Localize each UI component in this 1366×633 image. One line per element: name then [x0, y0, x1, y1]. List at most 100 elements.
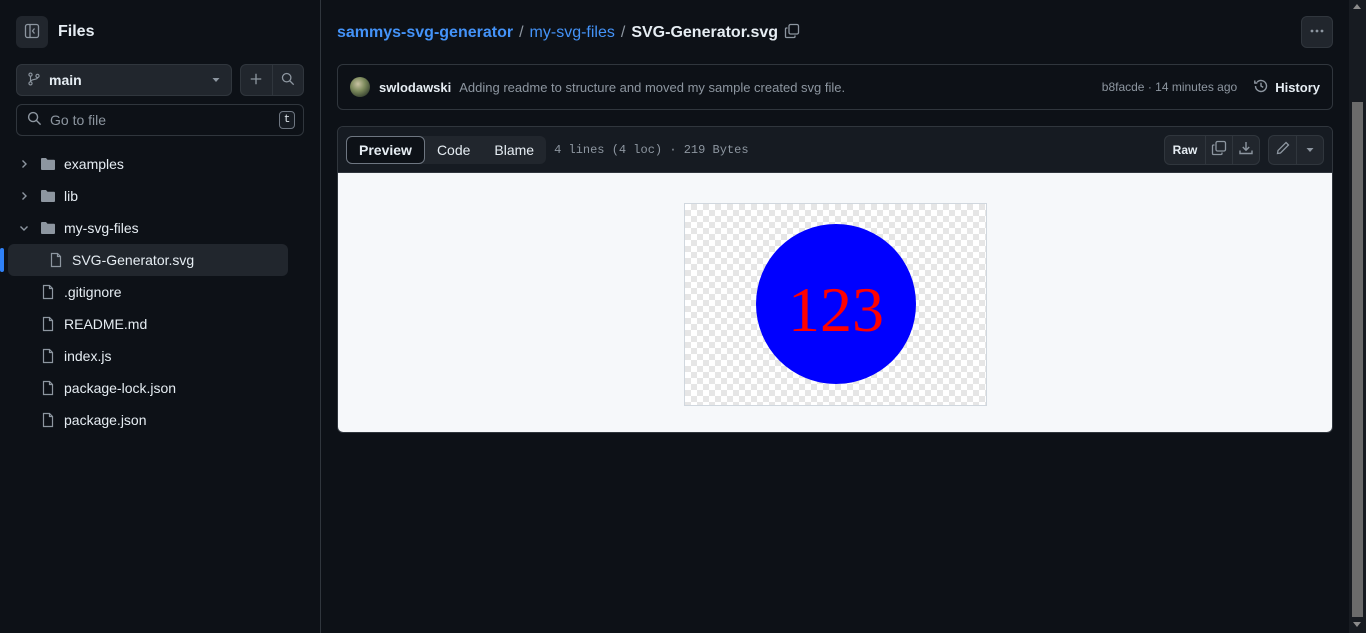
- history-label: History: [1275, 79, 1320, 95]
- tree-item-label: package-lock.json: [64, 380, 177, 396]
- collapse-sidebar-button[interactable]: [16, 16, 48, 48]
- caret-down-icon: [211, 72, 221, 88]
- file-header: Preview Code Blame 4 lines (4 loc) · 219…: [338, 127, 1332, 173]
- file-icon: [48, 252, 64, 268]
- edit-actions: [1268, 134, 1324, 165]
- tree-item-label: index.js: [64, 348, 112, 364]
- latest-commit-bar: swlodawski Adding readme to structure an…: [337, 64, 1333, 110]
- tree-file[interactable]: package-lock.json: [8, 372, 288, 404]
- tree-item-label: .gitignore: [64, 284, 122, 300]
- branch-row: main: [16, 64, 304, 96]
- avatar[interactable]: [350, 77, 370, 97]
- file-viewer: Preview Code Blame 4 lines (4 loc) · 219…: [337, 126, 1333, 433]
- file-icon: [40, 348, 56, 364]
- commit-sha-time[interactable]: b8facde · 14 minutes ago: [1102, 80, 1237, 94]
- history-button[interactable]: History: [1253, 78, 1320, 97]
- scroll-up-arrow-icon[interactable]: [1353, 4, 1361, 9]
- breadcrumb: sammys-svg-generator / my-svg-files / SV…: [337, 22, 800, 44]
- scroll-down-arrow-icon[interactable]: [1353, 622, 1361, 627]
- view-mode-tabs: Preview Code Blame: [346, 135, 547, 164]
- file-tree: examples lib my-svg-files SVG-Generator.svg…: [0, 148, 288, 436]
- branch-selector[interactable]: main: [16, 64, 232, 96]
- more-options-button[interactable]: [1301, 16, 1333, 48]
- git-branch-icon: [27, 71, 41, 89]
- copy-raw-button[interactable]: [1205, 135, 1232, 164]
- tree-folder[interactable]: examples: [8, 148, 288, 180]
- svg-preview-area: 123: [338, 173, 1332, 432]
- raw-button[interactable]: Raw: [1165, 136, 1205, 164]
- commit-message[interactable]: Adding readme to structure and moved my …: [459, 80, 1102, 95]
- preview-text: 123: [788, 274, 884, 345]
- search-icon: [27, 111, 42, 129]
- history-icon: [1253, 78, 1269, 97]
- pencil-icon: [1275, 140, 1291, 159]
- breadcrumb-separator: /: [620, 24, 626, 41]
- svg-preview-image: 123: [756, 224, 916, 384]
- breadcrumb-repo-link[interactable]: sammys-svg-generator: [337, 24, 513, 42]
- file-tree-sidebar: Files main Go to file t examples lib my-…: [0, 0, 321, 633]
- scrollbar-thumb[interactable]: [1352, 102, 1363, 617]
- tab-preview[interactable]: Preview: [346, 135, 425, 164]
- download-button[interactable]: [1232, 135, 1259, 164]
- tree-item-label: package.json: [64, 412, 147, 428]
- sidebar-title: Files: [58, 23, 95, 40]
- file-icon: [40, 284, 56, 300]
- file-icon: [40, 380, 56, 396]
- tree-file[interactable]: README.md: [8, 308, 288, 340]
- folder-icon: [40, 156, 56, 172]
- search-files-button[interactable]: [271, 65, 304, 95]
- tab-code[interactable]: Code: [425, 136, 482, 164]
- breadcrumb-current-file: SVG-Generator.svg: [631, 24, 779, 41]
- caret-down-icon: [1305, 142, 1315, 158]
- tree-file[interactable]: SVG-Generator.svg: [0, 244, 288, 276]
- tree-folder[interactable]: my-svg-files: [8, 212, 288, 244]
- breadcrumb-separator: /: [519, 24, 524, 41]
- keyboard-shortcut-hint: t: [279, 111, 295, 129]
- file-meta: 4 lines (4 loc) · 219 Bytes: [554, 142, 749, 157]
- tree-item-label: lib: [64, 188, 79, 204]
- add-file-button[interactable]: [241, 65, 272, 95]
- tree-item-label: examples: [64, 156, 124, 172]
- sidebar-header: Files: [16, 16, 94, 48]
- tree-item-label: SVG-Generator.svg: [72, 252, 195, 268]
- edit-options-dropdown[interactable]: [1296, 135, 1323, 164]
- tree-item-label: README.md: [64, 316, 148, 332]
- breadcrumb-folder-link[interactable]: my-svg-files: [530, 24, 615, 42]
- commit-author[interactable]: swlodawski: [379, 80, 451, 95]
- file-actions: Raw: [1164, 134, 1260, 165]
- copy-icon: [1211, 140, 1227, 159]
- chevron-down-icon[interactable]: [16, 220, 32, 236]
- folder-icon: [40, 220, 56, 236]
- file-icon: [40, 316, 56, 332]
- tree-file[interactable]: .gitignore: [8, 276, 288, 308]
- svg-preview-canvas: 123: [684, 203, 987, 406]
- tree-actions: [240, 64, 304, 96]
- search-icon: [281, 72, 295, 89]
- file-icon: [40, 412, 56, 428]
- go-to-file-input[interactable]: Go to file t: [16, 104, 304, 136]
- chevron-right-icon[interactable]: [16, 188, 32, 204]
- kebab-horizontal-icon: [1309, 23, 1325, 42]
- tab-blame[interactable]: Blame: [482, 136, 546, 164]
- folder-icon: [40, 188, 56, 204]
- active-item-indicator: [0, 248, 4, 272]
- tree-file[interactable]: index.js: [8, 340, 288, 372]
- tree-file[interactable]: package.json: [8, 404, 288, 436]
- copy-icon: [784, 23, 800, 44]
- edit-file-button[interactable]: [1269, 136, 1296, 164]
- plus-icon: [249, 72, 263, 89]
- tree-folder[interactable]: lib: [8, 180, 288, 212]
- page-scrollbar[interactable]: [1349, 0, 1366, 633]
- branch-name: main: [49, 72, 82, 88]
- tree-item-label: my-svg-files: [64, 220, 139, 236]
- chevron-right-icon[interactable]: [16, 156, 32, 172]
- go-to-file-placeholder: Go to file: [50, 112, 107, 128]
- copy-path-button[interactable]: [784, 23, 800, 44]
- download-icon: [1238, 140, 1254, 159]
